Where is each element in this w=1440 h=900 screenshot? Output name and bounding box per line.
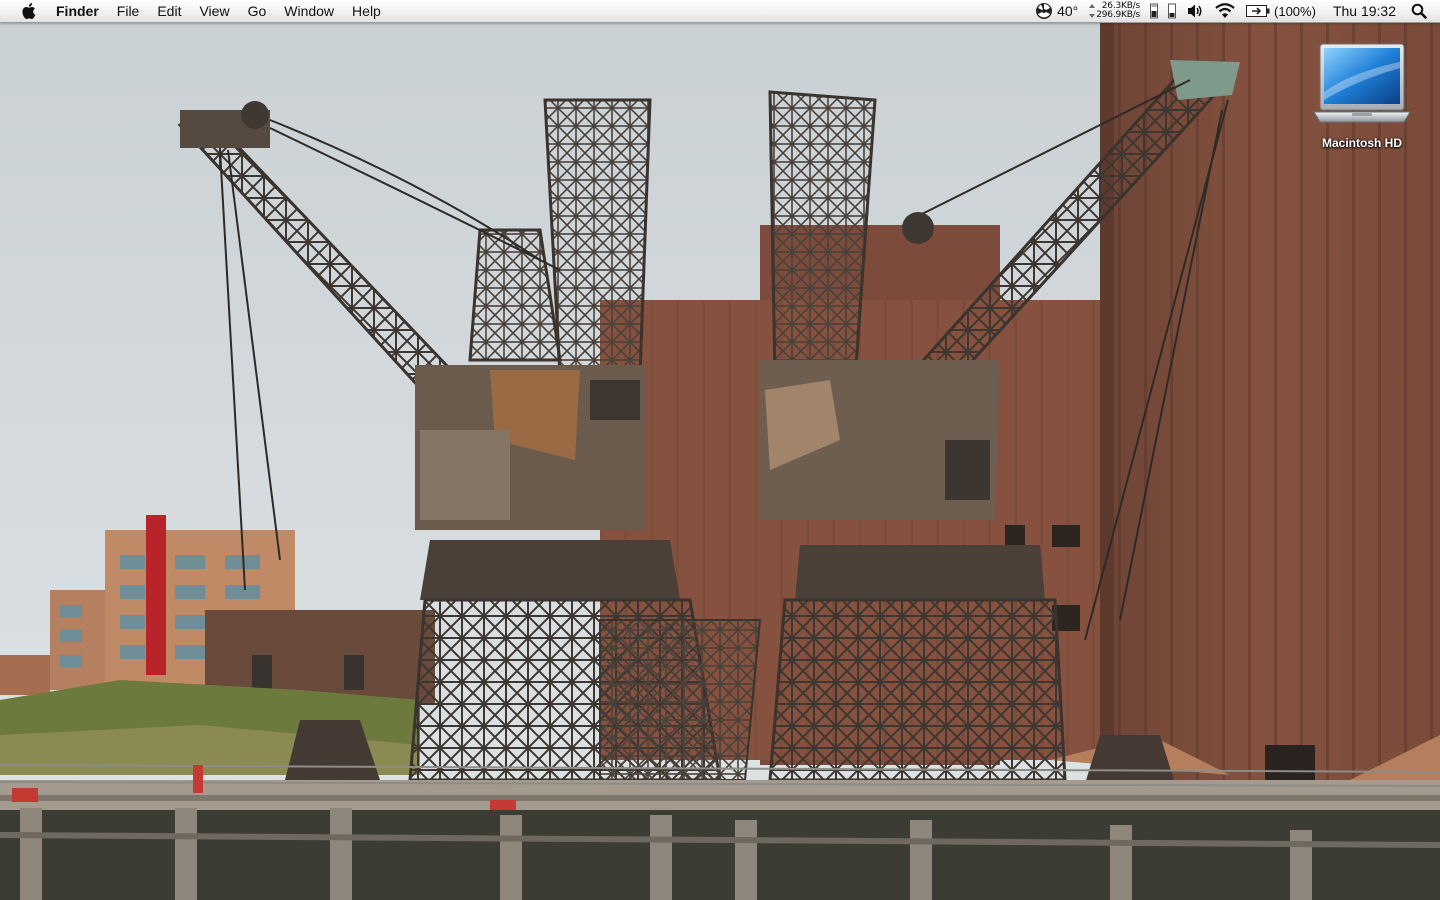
temperature-status[interactable]: 40°	[1030, 0, 1083, 22]
fan-icon	[1036, 3, 1053, 19]
spotlight-button[interactable]	[1406, 0, 1432, 22]
clock[interactable]: Thu 19:32	[1321, 0, 1406, 22]
desktop-wallpaper	[0, 0, 1440, 900]
menu-bar: Finder File Edit View Go Window Help 40°…	[0, 0, 1440, 23]
desktop[interactable]	[0, 0, 1440, 900]
laptop-drive-icon	[1313, 43, 1411, 123]
menu-go[interactable]: Go	[239, 0, 276, 22]
temperature-value: 40°	[1057, 3, 1079, 19]
battery-status[interactable]: (100%)	[1241, 0, 1321, 22]
wifi-icon	[1215, 3, 1235, 18]
desktop-icon-label: Macintosh HD	[1321, 136, 1402, 150]
volume-icon	[1188, 4, 1202, 18]
network-rates: 26.3KB/s 296.9KB/s	[1096, 2, 1140, 20]
menu-view[interactable]: View	[190, 0, 238, 22]
cpu-meter-status[interactable]	[1145, 0, 1163, 22]
memory-meter-icon	[1168, 3, 1177, 19]
menu-edit[interactable]: Edit	[148, 0, 190, 22]
desktop-icon-macintosh-hd[interactable]: Macintosh HD	[1306, 42, 1418, 150]
spotlight-icon	[1411, 3, 1427, 19]
apple-icon	[22, 3, 36, 19]
network-activity-icon	[1089, 4, 1096, 18]
battery-icon	[1246, 5, 1270, 17]
status-area: 40° 26.3KB/s 296.9KB/s (100%) Thu 19:32	[1030, 0, 1440, 22]
menu-window[interactable]: Window	[275, 0, 343, 22]
menu-file[interactable]: File	[108, 0, 149, 22]
volume-status[interactable]	[1181, 0, 1209, 22]
wifi-status[interactable]	[1209, 0, 1241, 22]
menu-help[interactable]: Help	[343, 0, 390, 22]
battery-percentage: (100%)	[1274, 3, 1316, 19]
network-activity-status[interactable]: 26.3KB/s 296.9KB/s	[1083, 0, 1145, 22]
network-download-rate: 296.9KB/s	[1096, 10, 1141, 20]
memory-meter-status[interactable]	[1163, 0, 1181, 22]
app-menu-finder[interactable]: Finder	[56, 0, 108, 22]
cpu-meter-icon	[1150, 3, 1159, 19]
apple-menu[interactable]	[0, 0, 56, 22]
